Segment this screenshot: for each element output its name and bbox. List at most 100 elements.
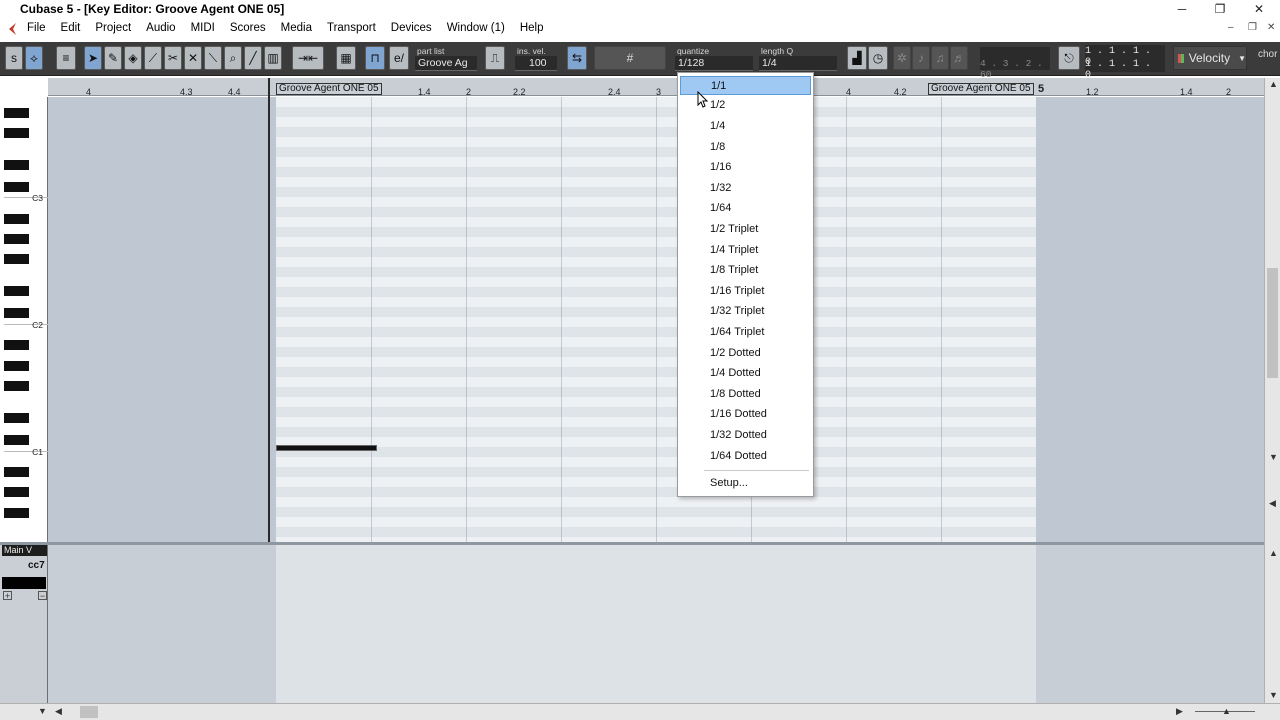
quantize-option-1-8-triplet[interactable]: 1/8 Triplet [680, 261, 811, 280]
black-key[interactable] [4, 413, 29, 423]
remove-lane-icon[interactable]: − [38, 591, 47, 601]
quantize-setup-option[interactable]: Setup... [680, 474, 811, 493]
chord-icon[interactable]: ▟ [847, 46, 867, 70]
close-button[interactable]: ✕ [1241, 0, 1277, 18]
split-tool-icon[interactable]: ✂ [164, 46, 182, 70]
trim-tool-icon[interactable]: ⟋ [144, 46, 162, 70]
quantize-select[interactable]: 1/128 [675, 56, 753, 71]
quantize-option-1-64-dotted[interactable]: 1/64 Dotted [680, 447, 811, 466]
scroll-left-icon[interactable]: ◀ [55, 706, 62, 717]
listen-icon[interactable]: ⟡ [25, 46, 43, 70]
scroll-left-menu-icon[interactable]: ▼ [38, 706, 47, 716]
vertical-scrollbar[interactable]: ▲ ▼ ◀ ▲ ▼ [1264, 78, 1280, 705]
scroll-right-icon[interactable]: ▶ [1176, 706, 1183, 717]
scroll-up-icon-lower[interactable]: ▲ [1269, 548, 1278, 558]
quantize-option-1-4[interactable]: 1/4 [680, 117, 811, 136]
black-key[interactable] [4, 214, 29, 224]
mdi-restore-button[interactable]: ❐ [1248, 22, 1257, 33]
step-mode-icon[interactable]: ✲ [893, 46, 911, 70]
quantize-option-1-2-dotted[interactable]: 1/2 Dotted [680, 344, 811, 363]
menu-scores[interactable]: Scores [230, 22, 266, 34]
scroll-down-icon-lower[interactable]: ▼ [1269, 690, 1278, 700]
black-key[interactable] [4, 286, 29, 296]
minimize-button[interactable]: ─ [1164, 0, 1200, 18]
black-key[interactable] [4, 340, 29, 350]
autoscroll-icon[interactable]: ⇥⇤ [292, 46, 324, 70]
horizontal-scroll-thumb[interactable] [80, 706, 98, 718]
edit-in-place-icon[interactable]: e/ [389, 46, 409, 70]
scroll-down-icon[interactable]: ▼ [1269, 452, 1278, 462]
menu-help[interactable]: Help [520, 22, 544, 34]
quantize-option-1-4-dotted[interactable]: 1/4 Dotted [680, 364, 811, 383]
note-pitch-icon[interactable]: ♬ [950, 46, 968, 70]
menu-devices[interactable]: Devices [391, 22, 432, 34]
zoom-thumb-icon[interactable]: ▲ [1222, 706, 1231, 716]
mute-tool-icon[interactable]: ✕ [184, 46, 202, 70]
ruler[interactable]: 4 4.3 4.4 1.4 2 2.2 2.4 3 4 4.2 5 1.2 1.… [48, 78, 1264, 97]
step-input-icon[interactable]: ⎍ [485, 46, 505, 70]
indicate-transpose-icon[interactable]: ▦ [336, 46, 356, 70]
mdi-close-button[interactable]: ✕ [1267, 22, 1275, 33]
metronome-icon[interactable]: ◷ [868, 46, 888, 70]
black-key[interactable] [4, 254, 29, 264]
quantize-option-1-16[interactable]: 1/16 [680, 158, 811, 177]
grid-type-icon[interactable]: # [594, 46, 666, 70]
snap-icon[interactable]: ⇆ [567, 46, 587, 70]
quantize-option-1-64[interactable]: 1/64 [680, 199, 811, 218]
black-key[interactable] [4, 308, 29, 318]
menu-media[interactable]: Media [281, 22, 312, 34]
glue-tool-icon[interactable]: ⟍ [204, 46, 222, 70]
controller-lane-area[interactable] [48, 545, 1264, 705]
menu-edit[interactable]: Edit [61, 22, 81, 34]
menu-window[interactable]: Window (1) [447, 22, 505, 34]
black-key[interactable] [4, 108, 29, 118]
controller-part-area[interactable] [276, 545, 1036, 705]
zoom-vertical-icon[interactable]: ◀ [1269, 498, 1276, 509]
menu-transport[interactable]: Transport [327, 22, 376, 34]
link-icon[interactable]: ⎋ [1058, 46, 1080, 70]
quantize-option-1-32-dotted[interactable]: 1/32 Dotted [680, 426, 811, 445]
piano-keyboard[interactable]: C3 C2 C1 [0, 97, 48, 542]
quantize-option-1-8[interactable]: 1/8 [680, 138, 811, 157]
quantize-option-1-4-triplet[interactable]: 1/4 Triplet [680, 241, 811, 260]
quantize-option-1-32-triplet[interactable]: 1/32 Triplet [680, 302, 811, 321]
mdi-minimize-button[interactable]: – [1228, 22, 1234, 33]
quantize-option-1-8-dotted[interactable]: 1/8 Dotted [680, 385, 811, 404]
insert-velocity-icon[interactable]: ⊓ [365, 46, 385, 70]
black-key[interactable] [4, 487, 29, 497]
note-grid-area[interactable] [48, 97, 1264, 542]
note-move-icon[interactable]: ♫ [931, 46, 949, 70]
horizontal-scrollbar[interactable]: ▼ ◀ ▶ ▲ [0, 703, 1280, 720]
black-key[interactable] [4, 435, 29, 445]
erase-tool-icon[interactable]: ◈ [124, 46, 142, 70]
black-key[interactable] [4, 508, 29, 518]
solo-icon[interactable]: s [5, 46, 23, 70]
midi-note[interactable] [276, 445, 377, 451]
black-key[interactable] [4, 234, 29, 244]
pencil-tool-icon[interactable]: ✎ [104, 46, 122, 70]
quantize-option-1-16-dotted[interactable]: 1/16 Dotted [680, 405, 811, 424]
black-key[interactable] [4, 361, 29, 371]
quantize-option-1-16-triplet[interactable]: 1/16 Triplet [680, 282, 811, 301]
note-icon[interactable]: ♪ [912, 46, 930, 70]
restore-button[interactable]: ❐ [1202, 0, 1238, 18]
ins-vel-field[interactable]: 100 [515, 56, 557, 71]
arrow-tool-icon[interactable]: ➤ [84, 46, 102, 70]
black-key[interactable] [4, 467, 29, 477]
quantize-option-1-64-triplet[interactable]: 1/64 Triplet [680, 323, 811, 342]
info-icon[interactable]: ≡ [56, 46, 76, 70]
menu-audio[interactable]: Audio [146, 22, 175, 34]
quantize-option-1-2-triplet[interactable]: 1/2 Triplet [680, 220, 811, 239]
scroll-up-icon[interactable]: ▲ [1269, 79, 1278, 89]
black-key[interactable] [4, 182, 29, 192]
length-q-select[interactable]: 1/4 [759, 56, 837, 71]
part-area[interactable] [276, 97, 1036, 542]
part-list-select[interactable]: Groove Ag [415, 56, 477, 71]
quantize-option-1-32[interactable]: 1/32 [680, 179, 811, 198]
vertical-scroll-thumb[interactable] [1267, 268, 1278, 378]
controller-lane-select[interactable]: Main V [2, 545, 47, 556]
drumstick-tool-icon[interactable]: ▥ [264, 46, 282, 70]
add-lane-icon[interactable]: + [3, 591, 12, 601]
black-key[interactable] [4, 160, 29, 170]
menu-midi[interactable]: MIDI [191, 22, 215, 34]
